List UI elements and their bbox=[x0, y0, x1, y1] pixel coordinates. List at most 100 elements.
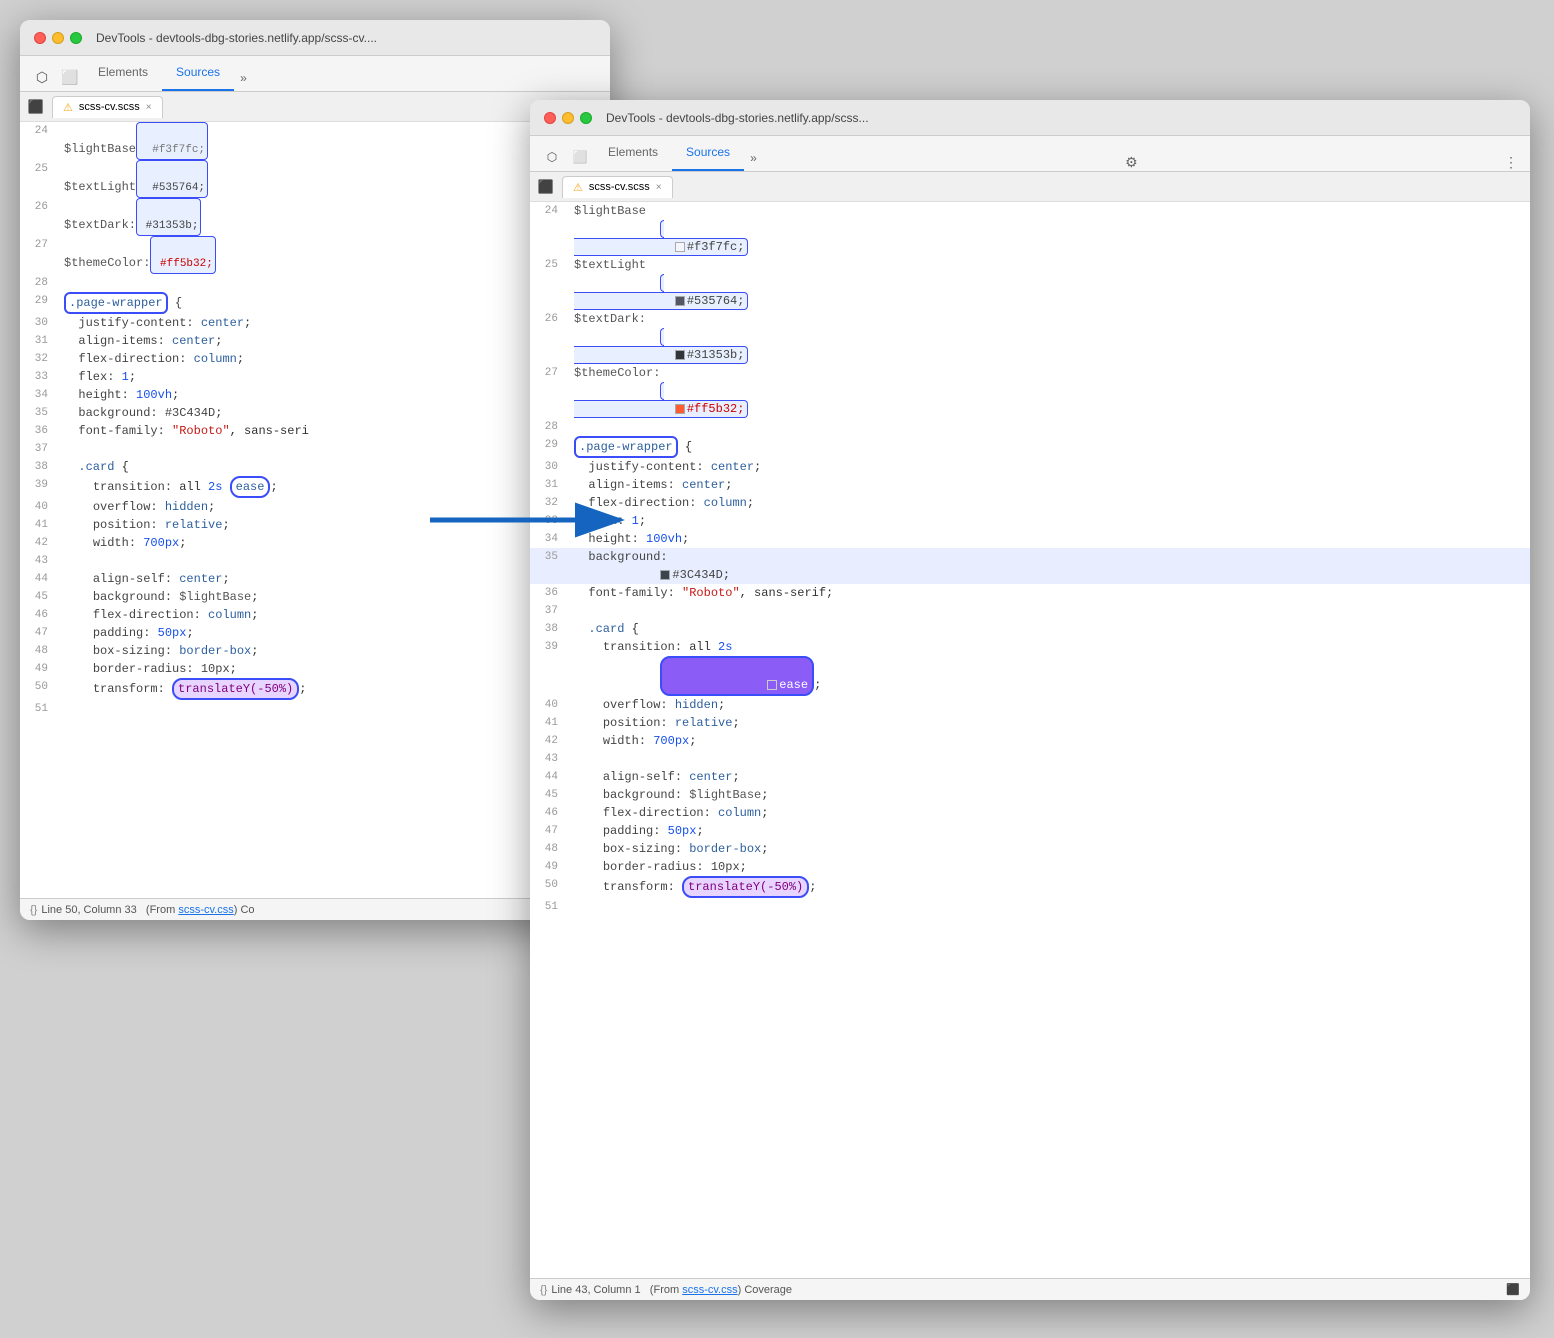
line-num: 32 bbox=[530, 494, 566, 512]
status-bar-2: {} Line 43, Column 1 (From scss-cv.css) … bbox=[530, 1278, 1530, 1300]
file-close-btn-1[interactable]: × bbox=[146, 102, 152, 113]
file-tab-2[interactable]: ⚠ scss-cv.scss × bbox=[562, 176, 673, 198]
line-code bbox=[56, 440, 610, 458]
line-code: .card { bbox=[56, 458, 610, 476]
line-num: 46 bbox=[530, 804, 566, 822]
table-row: 49 border-radius: 10px; bbox=[20, 660, 610, 678]
table-row: 29 .page-wrapper { bbox=[530, 436, 1530, 458]
status-link-1[interactable]: scss-cv.css bbox=[178, 904, 233, 916]
line-code bbox=[566, 418, 1530, 436]
table-row: 33 flex: 1; bbox=[20, 368, 610, 386]
line-num: 35 bbox=[20, 404, 56, 422]
menu-icon-2[interactable]: ⋮ bbox=[1500, 154, 1522, 171]
line-num: 45 bbox=[530, 786, 566, 804]
line-num: 29 bbox=[20, 292, 56, 314]
table-row: 40 overflow: hidden; bbox=[530, 696, 1530, 714]
line-code: background: #3C434D; bbox=[566, 548, 1530, 584]
line-num: 42 bbox=[20, 534, 56, 552]
file-tab-1[interactable]: ⚠ scss-cv.scss × bbox=[52, 96, 163, 118]
line-num: 30 bbox=[20, 314, 56, 332]
cursor-icon-2[interactable]: ⬡ bbox=[538, 143, 566, 171]
line-num: 41 bbox=[20, 516, 56, 534]
line-num: 36 bbox=[20, 422, 56, 440]
table-row: 45 background: $lightBase; bbox=[20, 588, 610, 606]
table-row: 41 position: relative; bbox=[20, 516, 610, 534]
tab-elements-1[interactable]: Elements bbox=[84, 55, 162, 91]
line-num: 35 bbox=[530, 548, 566, 584]
maximize-button-1[interactable] bbox=[70, 32, 82, 44]
line-code: align-self: center; bbox=[56, 570, 610, 588]
table-row: 50 transform: translateY(-50%); bbox=[530, 876, 1530, 898]
status-text-2: Line 43, Column 1 (From scss-cv.css) Cov… bbox=[551, 1284, 792, 1296]
line-code: align-self: center; bbox=[566, 768, 1530, 786]
line-code: $textLight #535764; bbox=[566, 256, 1530, 310]
line-num: 50 bbox=[530, 876, 566, 898]
line-code: flex-direction: column; bbox=[56, 606, 610, 624]
line-num: 40 bbox=[530, 696, 566, 714]
line-code: flex: 1; bbox=[56, 368, 610, 386]
line-num: 47 bbox=[20, 624, 56, 642]
table-row: 33 flex: 1; bbox=[530, 512, 1530, 530]
tab-more-1[interactable]: » bbox=[234, 65, 253, 91]
tab-sources-1[interactable]: Sources bbox=[162, 55, 234, 91]
line-code: $lightBase #f3f7fc; bbox=[56, 122, 610, 160]
line-code: position: relative; bbox=[56, 516, 610, 534]
tab-sources-2[interactable]: Sources bbox=[672, 135, 744, 171]
line-code: .card { bbox=[566, 620, 1530, 638]
table-row: 31 align-items: center; bbox=[20, 332, 610, 350]
file-tab-label-2: scss-cv.scss bbox=[589, 181, 650, 193]
sidebar-toggle-1[interactable]: ⬛ bbox=[24, 95, 48, 119]
sidebar-toggle-2[interactable]: ⬛ bbox=[534, 175, 558, 199]
line-num: 49 bbox=[530, 858, 566, 876]
line-num: 51 bbox=[530, 898, 566, 916]
file-tab-label-1: scss-cv.scss bbox=[79, 101, 140, 113]
line-num: 28 bbox=[20, 274, 56, 292]
line-code: overflow: hidden; bbox=[566, 696, 1530, 714]
line-code: flex: 1; bbox=[566, 512, 1530, 530]
line-code: transition: all 2s ease; bbox=[566, 638, 1530, 696]
line-num: 33 bbox=[530, 512, 566, 530]
line-code: padding: 50px; bbox=[566, 822, 1530, 840]
table-row: 42 width: 700px; bbox=[530, 732, 1530, 750]
line-num: 25 bbox=[20, 160, 56, 198]
tab-elements-2[interactable]: Elements bbox=[594, 135, 672, 171]
line-code: border-radius: 10px; bbox=[566, 858, 1530, 876]
device-icon-2[interactable]: ⬜ bbox=[566, 143, 594, 171]
minimize-button-2[interactable] bbox=[562, 112, 574, 124]
close-button-1[interactable] bbox=[34, 32, 46, 44]
close-button-2[interactable] bbox=[544, 112, 556, 124]
tab-more-2[interactable]: » bbox=[744, 145, 763, 171]
line-code bbox=[566, 602, 1530, 620]
line-num: 26 bbox=[20, 198, 56, 236]
table-row: 40 overflow: hidden; bbox=[20, 498, 610, 516]
warning-icon-2: ⚠ bbox=[573, 181, 583, 194]
line-num: 27 bbox=[530, 364, 566, 418]
settings-icon-2[interactable]: ⚙ bbox=[1121, 154, 1142, 171]
line-code: $themeColor: #ff5b32; bbox=[566, 364, 1530, 418]
table-row: 36 font-family: "Roboto", sans-serif; bbox=[530, 584, 1530, 602]
line-code: align-items: center; bbox=[56, 332, 610, 350]
table-row: 27 $themeColor: #ff5b32; bbox=[20, 236, 610, 274]
line-num: 48 bbox=[530, 840, 566, 858]
minimize-button-1[interactable] bbox=[52, 32, 64, 44]
traffic-lights-1 bbox=[34, 32, 82, 44]
line-code: justify-content: center; bbox=[566, 458, 1530, 476]
file-close-btn-2[interactable]: × bbox=[656, 182, 662, 193]
table-row: 50 transform: translateY(-50%); bbox=[20, 678, 610, 700]
line-num: 44 bbox=[530, 768, 566, 786]
maximize-button-2[interactable] bbox=[580, 112, 592, 124]
device-icon-1[interactable]: ⬜ bbox=[56, 63, 84, 91]
cursor-icon-1[interactable]: ⬡ bbox=[28, 63, 56, 91]
warning-icon-1: ⚠ bbox=[63, 101, 73, 114]
line-num: 50 bbox=[20, 678, 56, 700]
table-row: 46 flex-direction: column; bbox=[20, 606, 610, 624]
code-area-2: 24 $lightBase #f3f7fc; 25 $textLight #53… bbox=[530, 202, 1530, 1278]
table-row: 39 transition: all 2s ease; bbox=[530, 638, 1530, 696]
line-num: 42 bbox=[530, 732, 566, 750]
line-num: 36 bbox=[530, 584, 566, 602]
line-code: align-items: center; bbox=[566, 476, 1530, 494]
line-num: 38 bbox=[530, 620, 566, 638]
table-row: 48 box-sizing: border-box; bbox=[530, 840, 1530, 858]
table-row: 26 $textDark: #31353b; bbox=[20, 198, 610, 236]
status-link-2[interactable]: scss-cv.css bbox=[682, 1284, 737, 1296]
